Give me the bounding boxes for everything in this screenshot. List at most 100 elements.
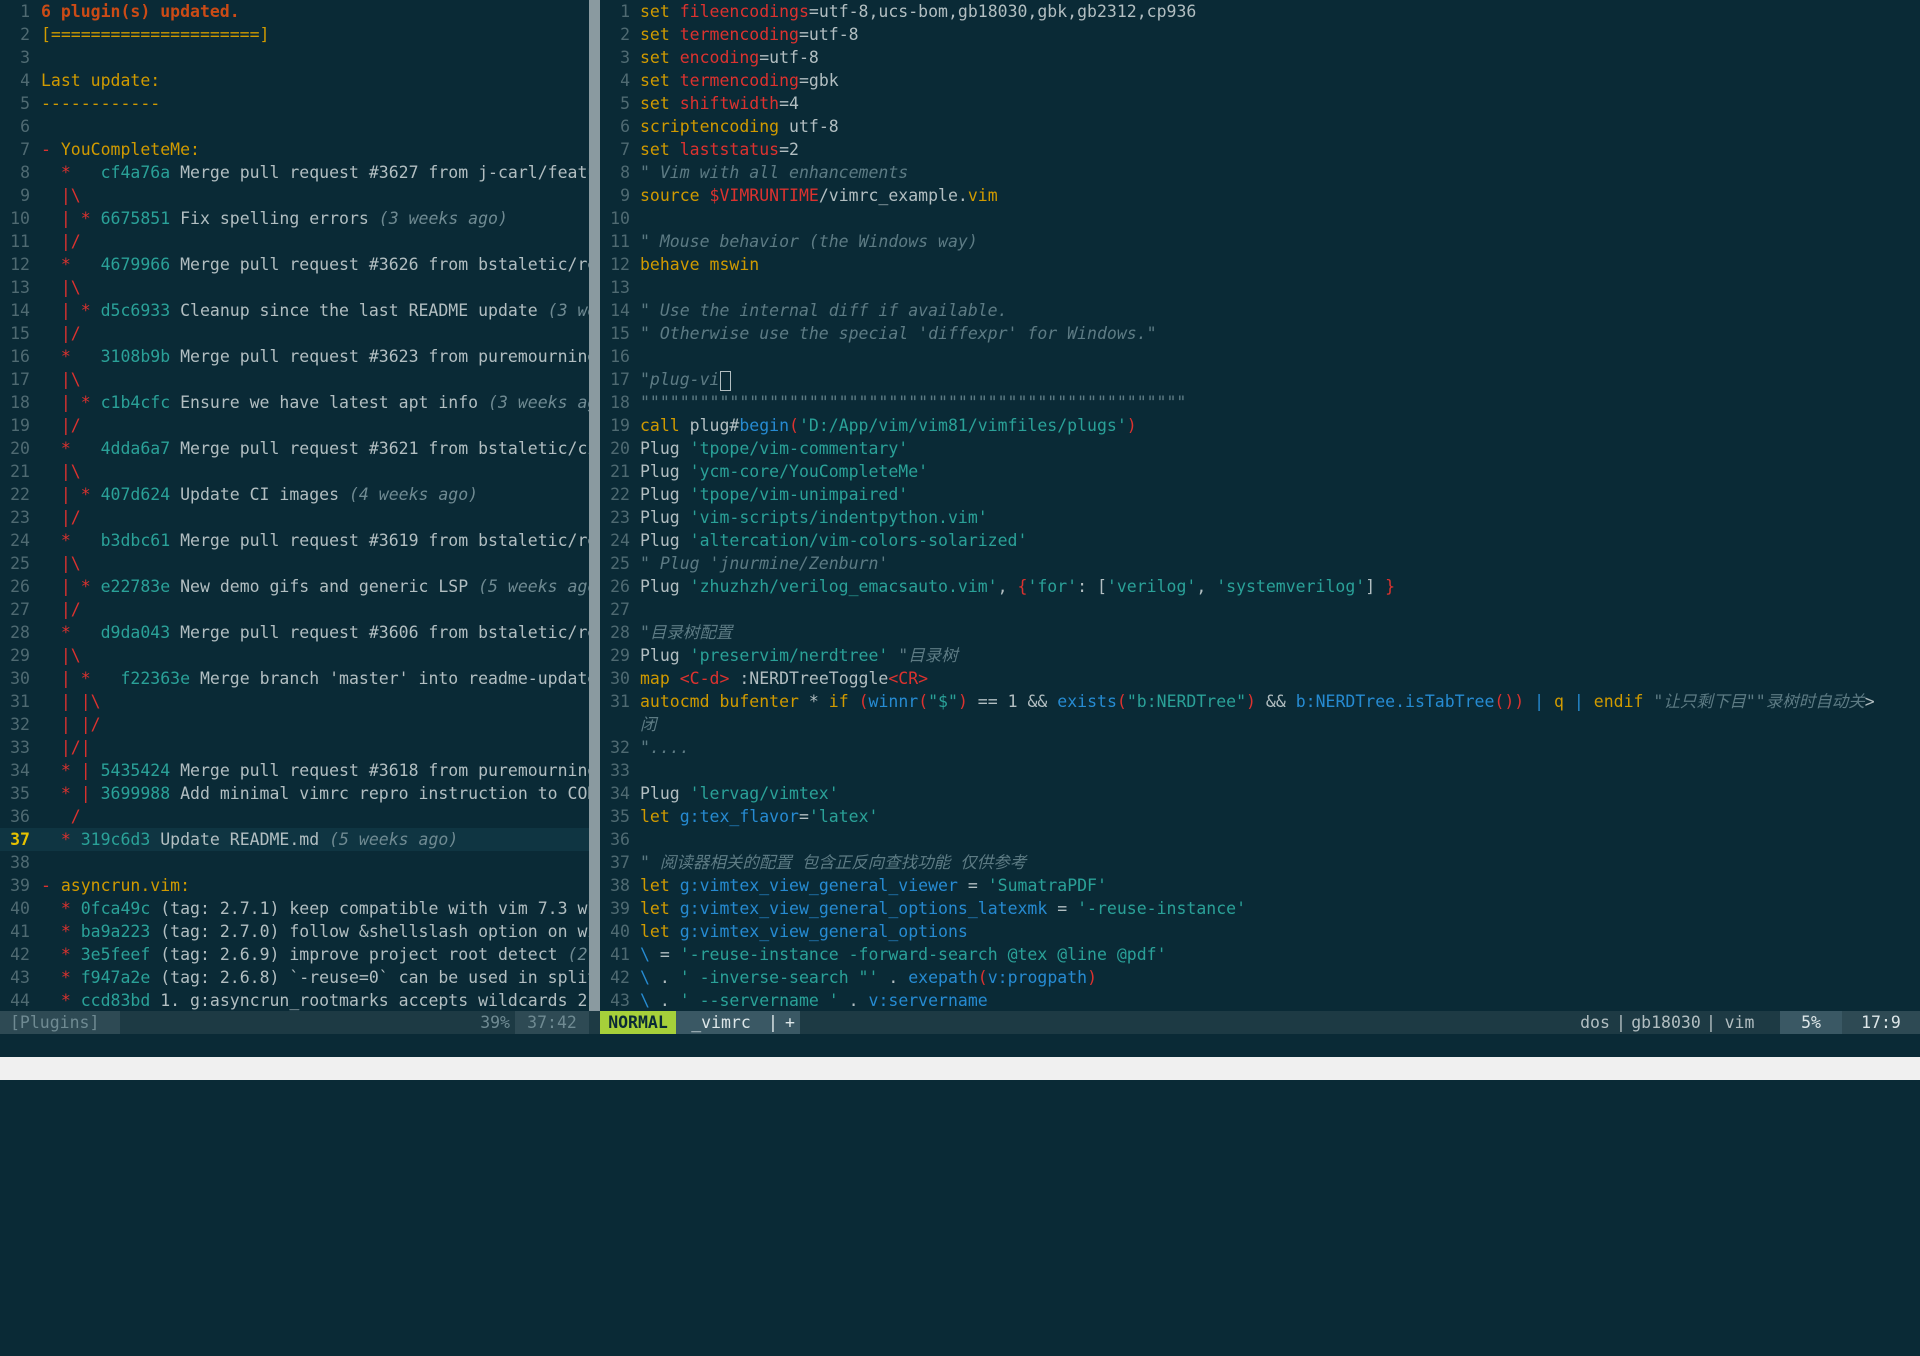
line-number: 17: [610, 370, 630, 389]
code-line[interactable]: 18 """"""""""""""""""""""""""""""""""""""…: [600, 391, 1920, 414]
code-line[interactable]: 2 set termencoding=utf-8: [600, 23, 1920, 46]
code-line[interactable]: 3: [0, 46, 589, 69]
status-separator: |: [766, 1011, 780, 1034]
code-line[interactable]: 10: [600, 207, 1920, 230]
cursor-line[interactable]: 37 * 319c6d3 Update README.md (5 weeks a…: [0, 828, 589, 851]
code-line[interactable]: 31 autocmd bufenter * if (winnr("$") == 1…: [600, 690, 1920, 713]
code-line[interactable]: 14 | * d5c6933 Cleanup since the last RE…: [0, 299, 589, 322]
code-line[interactable]: 5 ------------: [0, 92, 589, 115]
code-line[interactable]: 40 * 0fca49c (tag: 2.7.1) keep compatibl…: [0, 897, 589, 920]
code-line[interactable]: 24 * b3dbc61 Merge pull request #3619 fr…: [0, 529, 589, 552]
code-line[interactable]: 43 \ . ' --servername ' . v:servername: [600, 989, 1920, 1011]
code-line[interactable]: 4 set termencoding=gbk: [600, 69, 1920, 92]
code-line[interactable]: 32 | |/: [0, 713, 589, 736]
code-line[interactable]: 15 |/: [0, 322, 589, 345]
code-line[interactable]: 28 "目录树配置: [600, 621, 1920, 644]
code-line[interactable]: 21 Plug 'ycm-core/YouCompleteMe': [600, 460, 1920, 483]
code-line[interactable]: 30 map <C-d> :NERDTreeToggle<CR>: [600, 667, 1920, 690]
code-line[interactable]: 44 * ccd83bd 1. g:asyncrun_rootmarks acc…: [0, 989, 589, 1011]
code-line[interactable]: 25 |\: [0, 552, 589, 575]
code-line[interactable]: 42 \ . ' -inverse-search "' . exepath(v:p…: [600, 966, 1920, 989]
code-line[interactable]: 39- asyncrun.vim:: [0, 874, 589, 897]
line-number: 15: [610, 324, 630, 343]
code-line[interactable]: 2 [=====================]: [0, 23, 589, 46]
command-line[interactable]: [0, 1034, 1920, 1057]
code-line[interactable]: 27: [600, 598, 1920, 621]
code-line[interactable]: 35 * | 3699988 Add minimal vimrc repro i…: [0, 782, 589, 805]
code-line[interactable]: 5 set shiftwidth=4: [600, 92, 1920, 115]
code-line[interactable]: 7- YouCompleteMe:: [0, 138, 589, 161]
code-line[interactable]: 7 set laststatus=2: [600, 138, 1920, 161]
code-line[interactable]: 33: [600, 759, 1920, 782]
code-line[interactable]: 23 Plug 'vim-scripts/indentpython.vim': [600, 506, 1920, 529]
code-line[interactable]: 1 6 plugin(s) updated.: [0, 0, 589, 23]
code-line[interactable]: 25 " Plug 'jnurmine/Zenburn': [600, 552, 1920, 575]
token: d9da043: [100, 623, 171, 642]
code-line[interactable]: 20 Plug 'tpope/vim-commentary': [600, 437, 1920, 460]
code-line[interactable]: 13 |\: [0, 276, 589, 299]
code-line[interactable]: 11 " Mouse behavior (the Windows way): [600, 230, 1920, 253]
code-line[interactable]: 17 |\: [0, 368, 589, 391]
code-line[interactable]: 19 |/: [0, 414, 589, 437]
code-line[interactable]: 16 * 3108b9b Merge pull request #3623 fr…: [0, 345, 589, 368]
code-line[interactable]: 8 " Vim with all enhancements: [600, 161, 1920, 184]
code-line[interactable]: 6 scriptencoding utf-8: [600, 115, 1920, 138]
code-line[interactable]: 29 |\: [0, 644, 589, 667]
code-line[interactable]: 22 | * 407d624 Update CI images (4 weeks…: [0, 483, 589, 506]
code-line[interactable]: 闭: [600, 713, 1920, 736]
vimrc-editor-pane[interactable]: 1 set fileencodings=utf-8,ucs-bom,gb18030…: [600, 0, 1920, 1011]
code-line[interactable]: 30 | * f22363e Merge branch 'master' int…: [0, 667, 589, 690]
code-line[interactable]: 34 * | 5435424 Merge pull request #3618 …: [0, 759, 589, 782]
line-text: | * f22363e Merge branch 'master' into r…: [41, 667, 589, 690]
code-line[interactable]: 41 * ba9a223 (tag: 2.7.0) follow &shells…: [0, 920, 589, 943]
plugin-update-pane[interactable]: 1 6 plugin(s) updated. 2 [=================…: [0, 0, 589, 1011]
code-line[interactable]: 38: [0, 851, 589, 874]
code-line[interactable]: 18 | * c1b4cfc Ensure we have latest apt…: [0, 391, 589, 414]
code-line[interactable]: 12 behave mswin: [600, 253, 1920, 276]
code-line[interactable]: 32 "....: [600, 736, 1920, 759]
code-line[interactable]: 40 let g:vimtex_view_general_options: [600, 920, 1920, 943]
code-line[interactable]: 1 set fileencodings=utf-8,ucs-bom,gb18030…: [600, 0, 1920, 23]
code-line[interactable]: 13: [600, 276, 1920, 299]
code-line[interactable]: 43 * f947a2e (tag: 2.6.8) `-reuse=0` can…: [0, 966, 589, 989]
vertical-split-separator[interactable]: [589, 0, 600, 1034]
code-line[interactable]: 27 |/: [0, 598, 589, 621]
code-line[interactable]: 26 | * e22783e New demo gifs and generic…: [0, 575, 589, 598]
code-line[interactable]: 17 "plug-vi: [600, 368, 1920, 391]
code-line[interactable]: 6: [0, 115, 589, 138]
code-line[interactable]: 14 " Use the internal diff if available.: [600, 299, 1920, 322]
code-line[interactable]: 23 |/: [0, 506, 589, 529]
code-line[interactable]: 12 * 4679966 Merge pull request #3626 fr…: [0, 253, 589, 276]
code-line[interactable]: 22 Plug 'tpope/vim-unimpaired': [600, 483, 1920, 506]
code-line[interactable]: 31 | |\: [0, 690, 589, 713]
code-line[interactable]: 4 Last update:: [0, 69, 589, 92]
code-line[interactable]: 41 \ = '-reuse-instance -forward-search @…: [600, 943, 1920, 966]
code-line[interactable]: 11 |/: [0, 230, 589, 253]
code-line[interactable]: 34 Plug 'lervag/vimtex': [600, 782, 1920, 805]
code-line[interactable]: 33 |/|: [0, 736, 589, 759]
token: =utf-8: [759, 48, 819, 67]
code-line[interactable]: 9 |\: [0, 184, 589, 207]
code-line[interactable]: 24 Plug 'altercation/vim-colors-solarized…: [600, 529, 1920, 552]
code-line[interactable]: 10 | * 6675851 Fix spelling errors (3 we…: [0, 207, 589, 230]
code-line[interactable]: 37 " 阅读器相关的配置 包含正反向查找功能 仅供参考: [600, 851, 1920, 874]
code-line[interactable]: 8 * cf4a76a Merge pull request #3627 fro…: [0, 161, 589, 184]
code-line[interactable]: 28 * d9da043 Merge pull request #3606 fr…: [0, 621, 589, 644]
token: let: [640, 876, 680, 895]
code-line[interactable]: 26 Plug 'zhuzhzh/verilog_emacsauto.vim', …: [600, 575, 1920, 598]
code-line[interactable]: 9 source $VIMRUNTIME/vimrc_example.vim: [600, 184, 1920, 207]
code-line[interactable]: 38 let g:vimtex_view_general_viewer = 'Su…: [600, 874, 1920, 897]
code-line[interactable]: 15 " Otherwise use the special 'diffexpr'…: [600, 322, 1920, 345]
code-line[interactable]: 35 let g:tex_flavor='latex': [600, 805, 1920, 828]
code-line[interactable]: 16: [600, 345, 1920, 368]
code-line[interactable]: 39 let g:vimtex_view_general_options_late…: [600, 897, 1920, 920]
code-line[interactable]: 42 * 3e5feef (tag: 2.6.9) improve projec…: [0, 943, 589, 966]
code-line[interactable]: 36 /: [0, 805, 589, 828]
code-line[interactable]: 20 * 4dda6a7 Merge pull request #3621 fr…: [0, 437, 589, 460]
code-line[interactable]: 36: [600, 828, 1920, 851]
code-line[interactable]: 3 set encoding=utf-8: [600, 46, 1920, 69]
code-line[interactable]: 21 |\: [0, 460, 589, 483]
code-line[interactable]: 29 Plug 'preservim/nerdtree' "目录树: [600, 644, 1920, 667]
code-line[interactable]: 19 call plug#begin('D:/App/vim/vim81/vimf…: [600, 414, 1920, 437]
token: Plug: [640, 508, 690, 527]
